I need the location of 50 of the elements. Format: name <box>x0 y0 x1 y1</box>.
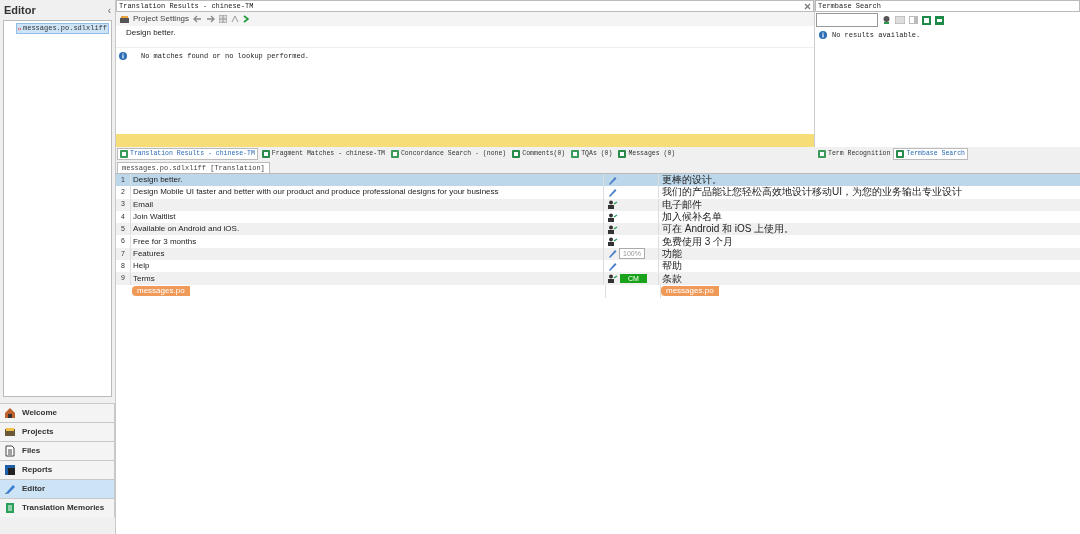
person-icon <box>608 224 618 234</box>
search-field[interactable] <box>816 13 878 27</box>
person-icon <box>608 212 618 222</box>
file-icon <box>4 445 16 457</box>
file-tag: messages.po <box>661 286 719 297</box>
play-icon[interactable] <box>243 15 250 23</box>
tab-icon <box>261 150 270 158</box>
panel-title: Editor <box>4 2 36 18</box>
nav-item[interactable]: Editor <box>0 479 115 498</box>
forward-arrow-icon[interactable] <box>206 15 216 23</box>
source-text: Design better. <box>116 26 814 48</box>
tab-icon <box>120 150 128 158</box>
nav-item[interactable]: Projects <box>0 422 115 441</box>
person-icon <box>608 200 618 210</box>
person-icon <box>608 274 618 283</box>
target-segment[interactable]: 我们的产品能让您轻松高效地设计移动UI，为您的业务输出专业设计 <box>658 186 1080 199</box>
info-icon <box>119 52 127 60</box>
person-icon <box>608 237 618 247</box>
pencil-icon <box>4 483 16 495</box>
tm-icon <box>4 502 16 514</box>
tab-icon <box>512 150 521 158</box>
info-icon <box>819 31 827 39</box>
tab-icon <box>571 150 580 158</box>
source-segment[interactable]: Email <box>130 198 603 211</box>
folder-icon <box>4 426 16 438</box>
target-segment[interactable]: 功能 <box>658 247 1080 260</box>
source-segment[interactable]: Free for 3 months <box>130 235 603 248</box>
nav-item[interactable]: Reports <box>0 460 115 479</box>
target-segment[interactable]: 电子邮件 <box>658 198 1080 211</box>
layout-icon[interactable] <box>909 16 918 24</box>
close-icon[interactable] <box>804 2 811 10</box>
source-segment[interactable]: Design Mobile UI faster and better with our product and produce professional designs for your business <box>130 186 603 199</box>
file-tag: messages.po <box>132 286 190 297</box>
tab-icon <box>390 150 399 158</box>
report-icon <box>4 464 16 476</box>
collapse-button[interactable]: ‹ <box>107 2 111 18</box>
project-settings-button[interactable]: Project Settings <box>120 13 190 25</box>
back-arrow-icon[interactable] <box>193 15 203 23</box>
nav-item[interactable]: Files <box>0 441 115 460</box>
home-icon <box>4 407 16 419</box>
tab-icon <box>818 150 826 158</box>
source-segment[interactable]: Features <box>130 247 603 260</box>
source-segment[interactable]: Terms <box>130 272 603 285</box>
grid-icon[interactable] <box>219 15 228 23</box>
tab-icon <box>896 150 905 158</box>
tab-icon <box>618 150 627 158</box>
nav-item[interactable]: Translation Memories <box>0 498 115 517</box>
target-segment[interactable]: 免费使用 3 个月 <box>658 235 1080 248</box>
target-segment[interactable]: 条款 <box>658 272 1080 285</box>
nav-item[interactable]: Welcome <box>0 403 115 422</box>
